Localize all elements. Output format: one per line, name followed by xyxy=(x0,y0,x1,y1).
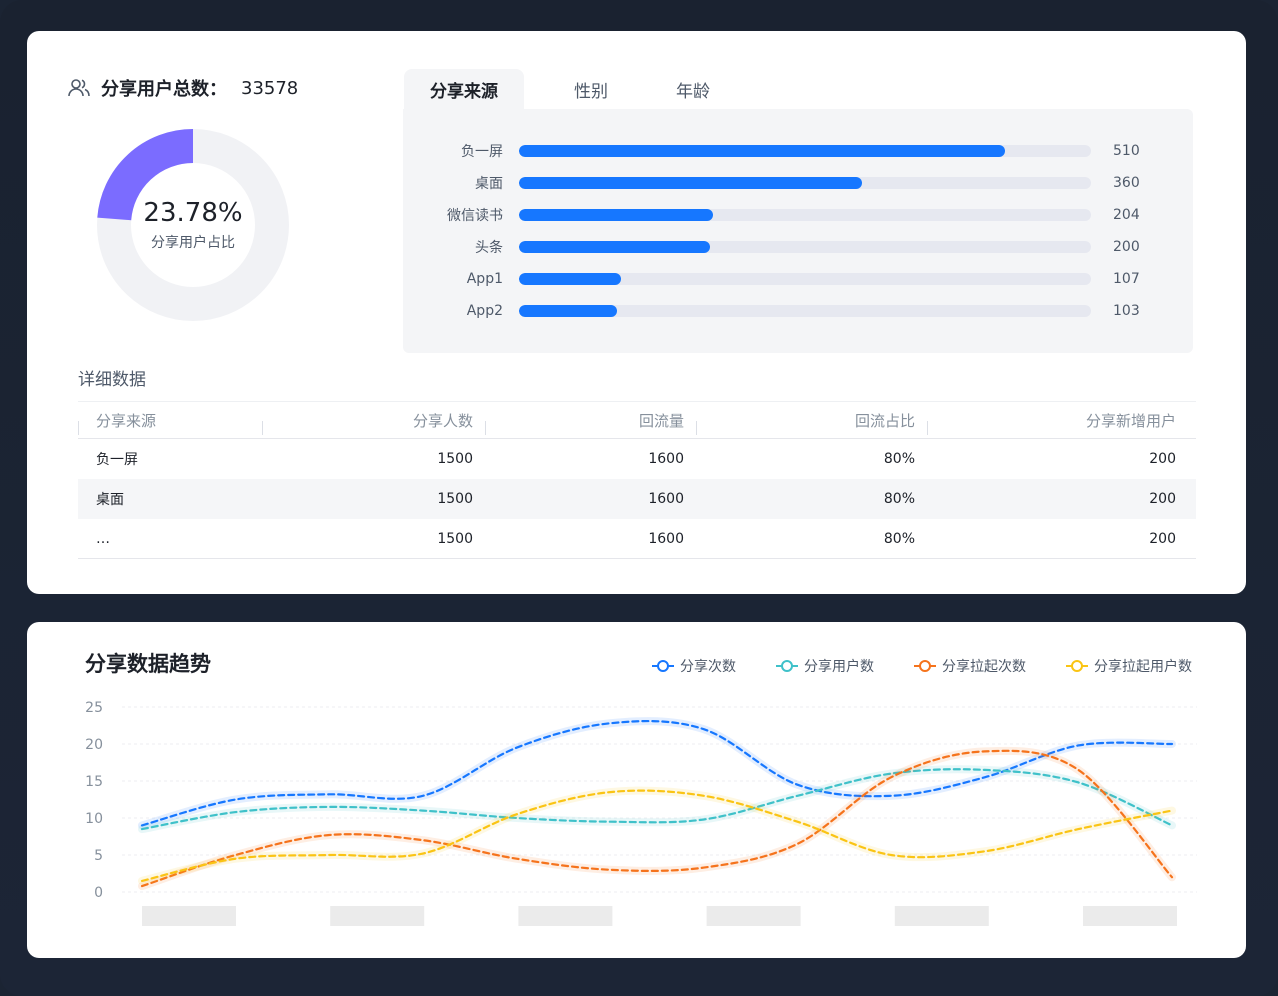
column-header[interactable]: 分享新增用户 xyxy=(927,410,1196,435)
source-bar-label: 负一屏 xyxy=(461,144,503,160)
trend-line-chart: 0 5 10 15 20 25 xyxy=(85,700,1197,926)
table-cell: 80% xyxy=(883,530,915,547)
table-cell: 80% xyxy=(883,491,915,507)
source-bar-value: 103 xyxy=(1113,303,1140,319)
table-cell: 1600 xyxy=(648,491,684,507)
source-bar-label: 桌面 xyxy=(475,176,503,192)
source-bar-track xyxy=(519,241,1091,253)
table-cell: 1600 xyxy=(648,530,684,547)
donut-center: 23.78% 分享用户占比 xyxy=(95,127,291,323)
source-bar-value: 360 xyxy=(1113,175,1140,191)
y-tick-label: 25 xyxy=(85,700,103,716)
tab-share-source[interactable]: 分享来源 xyxy=(404,69,524,109)
table-cell: 1500 xyxy=(437,451,473,467)
column-header[interactable]: 回流量 xyxy=(485,410,696,435)
y-tick-label: 0 xyxy=(94,885,103,901)
source-bar-track xyxy=(519,305,1091,317)
source-bar-value: 510 xyxy=(1113,143,1140,159)
y-tick-label: 10 xyxy=(85,811,103,827)
source-bar-value: 204 xyxy=(1113,207,1140,223)
dimension-tabs: 分享来源 性别 年龄 xyxy=(404,69,736,109)
total-share-users-label: 分享用户总数： xyxy=(101,79,227,100)
source-bar-track xyxy=(519,145,1091,157)
source-bar-row[interactable]: 头条 200 xyxy=(403,237,1193,257)
share-trend-card: 分享数据趋势 分享次数 分享用户数 分享拉起次数 分享拉起用户数 0 5 10 15 20 25 xyxy=(27,622,1246,958)
source-bar-fill xyxy=(519,177,863,189)
source-bar-track xyxy=(519,209,1091,221)
series-glow xyxy=(138,765,1176,834)
detail-section-title: 详细数据 xyxy=(78,370,146,390)
source-bar-fill xyxy=(519,209,714,221)
tab-gender[interactable]: 性别 xyxy=(524,69,640,109)
table-row[interactable]: … 1500 1600 80% 200 xyxy=(78,519,1196,559)
source-bar-fill xyxy=(519,241,710,253)
share-overview-card: 分享用户总数： 33578 23.78% 分享用户占比 分享来源 性别 年龄 负… xyxy=(27,31,1246,594)
source-bar-row[interactable]: 微信读书 204 xyxy=(403,205,1193,225)
table-cell: 1600 xyxy=(648,451,684,467)
source-bar-fill xyxy=(519,145,1006,157)
table-cell: 80% xyxy=(883,451,915,467)
column-header[interactable]: 分享人数 xyxy=(262,410,485,435)
x-tick-label-placeholder xyxy=(330,906,425,926)
x-tick-label-placeholder xyxy=(894,906,989,926)
table-header: 分享来源 分享人数 回流量 回流占比 分享新增用户 xyxy=(78,401,1196,439)
source-bar-row[interactable]: App2 103 xyxy=(403,301,1193,321)
source-bar-row[interactable]: 桌面 360 xyxy=(403,173,1193,193)
users-icon xyxy=(68,79,90,97)
table-cell: 负一屏 xyxy=(96,452,138,468)
column-header[interactable]: 分享来源 xyxy=(78,410,262,435)
source-bar-value: 200 xyxy=(1113,239,1140,255)
source-bar-track xyxy=(519,273,1091,285)
source-bar-label: 微信读书 xyxy=(447,208,503,224)
detail-table: 分享来源 分享人数 回流量 回流占比 分享新增用户 负一屏 1500 1600 … xyxy=(78,401,1196,559)
source-bar-label: 头条 xyxy=(475,240,503,256)
source-bar-label: App2 xyxy=(466,303,503,319)
table-row[interactable]: 桌面 1500 1600 80% 200 xyxy=(78,479,1196,519)
source-bar-row[interactable]: 负一屏 510 xyxy=(403,141,1193,161)
x-tick-label-placeholder xyxy=(1083,906,1177,926)
source-bar-track xyxy=(519,177,1091,189)
total-share-users: 分享用户总数： 33578 xyxy=(67,75,298,101)
y-tick-label: 5 xyxy=(94,848,103,864)
table-cell: 200 xyxy=(1149,491,1176,507)
column-header[interactable]: 回流占比 xyxy=(696,410,927,435)
source-bar-value: 107 xyxy=(1113,271,1140,287)
table-cell: 桌面 xyxy=(96,492,124,508)
total-share-users-value: 33578 xyxy=(241,77,299,99)
source-bar-label: App1 xyxy=(466,271,503,287)
table-cell: 1500 xyxy=(437,491,473,507)
table-cell: 1500 xyxy=(437,530,473,547)
source-bar-row[interactable]: App1 107 xyxy=(403,269,1193,289)
x-tick-label-placeholder xyxy=(518,906,613,926)
table-cell: 200 xyxy=(1149,530,1176,547)
tab-age[interactable]: 年龄 xyxy=(640,69,736,109)
table-cell: … xyxy=(96,530,110,547)
y-tick-label: 15 xyxy=(85,774,103,790)
source-bars-panel: 负一屏 510 桌面 360 微信读书 204 头条 200 App1 107 App2 103 xyxy=(403,109,1193,353)
x-tick-label-placeholder xyxy=(706,906,801,926)
y-tick-label: 20 xyxy=(85,737,103,753)
table-cell: 200 xyxy=(1149,451,1176,467)
source-bar-fill xyxy=(519,305,618,317)
table-row[interactable]: 负一屏 1500 1600 80% 200 xyxy=(78,439,1196,479)
x-tick-label-placeholder xyxy=(142,906,236,926)
share-ratio-value: 23.78% xyxy=(143,198,243,228)
source-bar-fill xyxy=(519,273,621,285)
share-ratio-label: 分享用户占比 xyxy=(151,235,235,251)
